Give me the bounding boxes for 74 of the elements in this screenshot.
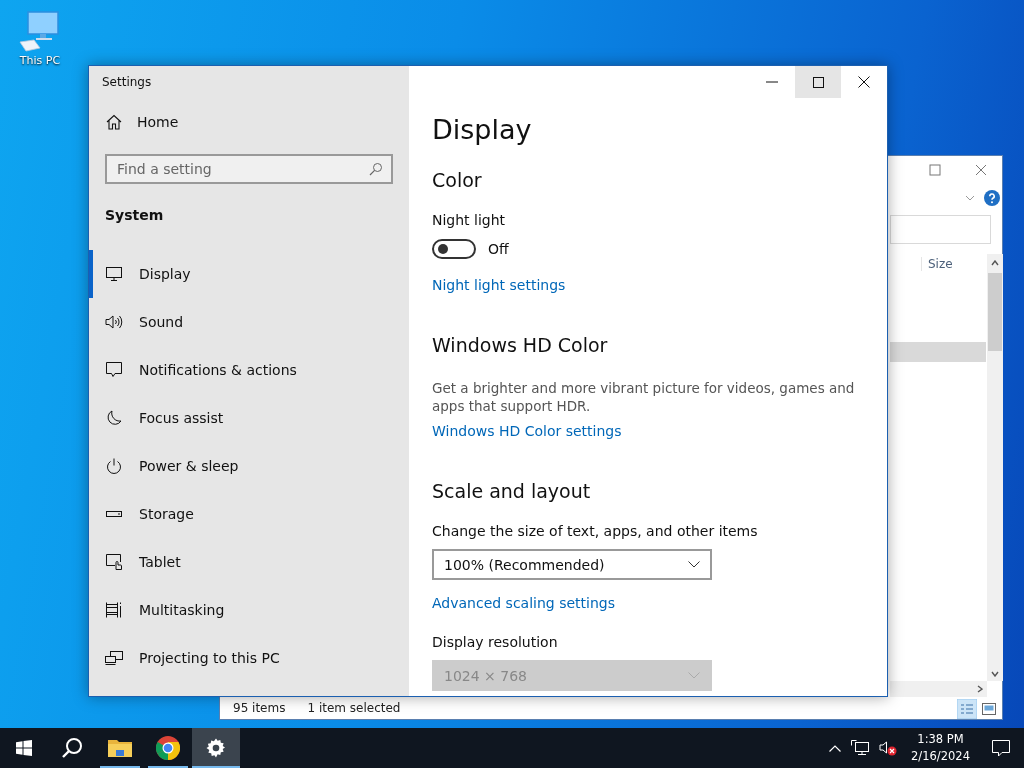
tablet-icon xyxy=(105,554,123,570)
scroll-right-icon[interactable] xyxy=(977,685,983,693)
running-indicator xyxy=(148,766,188,768)
dropdown: 1024 × 768 xyxy=(432,660,712,691)
browser-icon[interactable] xyxy=(156,736,180,760)
nav-item[interactable]: Power & sleep xyxy=(89,442,409,490)
setting-label: Night light xyxy=(432,211,507,230)
column-header[interactable]: Size xyxy=(921,257,953,271)
home-link[interactable]: Home xyxy=(89,98,409,146)
home-icon xyxy=(106,114,122,130)
monitor-icon xyxy=(105,266,123,282)
page-title: Display xyxy=(432,113,533,147)
network-icon[interactable] xyxy=(851,740,870,756)
projector-icon xyxy=(105,651,123,665)
horizontal-scrollbar[interactable] xyxy=(890,681,987,697)
chevron-down-icon xyxy=(688,561,700,568)
moon-icon xyxy=(105,410,123,426)
settings-link[interactable]: Night light settings xyxy=(432,277,566,293)
notifications-icon[interactable] xyxy=(992,739,1010,757)
nav-item[interactable]: Focus assist xyxy=(89,394,409,442)
section-heading: Scale and layout xyxy=(432,479,592,504)
nav-item[interactable]: Tablet xyxy=(89,538,409,586)
nav-item[interactable]: Sound xyxy=(89,298,409,346)
computer-icon[interactable] xyxy=(18,10,62,52)
chevron-up-icon[interactable] xyxy=(829,744,842,752)
toggle-state-label: Off xyxy=(488,241,509,257)
search-field[interactable]: Find a setting xyxy=(105,154,393,184)
setting-label: Display resolution xyxy=(432,633,559,652)
help-icon[interactable] xyxy=(984,190,1000,206)
nav-item[interactable]: Projecting to this PC xyxy=(89,634,409,682)
large-icons-view-icon[interactable] xyxy=(982,703,996,715)
maximize-button[interactable] xyxy=(795,66,841,98)
nav-item[interactable]: Notifications & actions xyxy=(89,346,409,394)
toggle-switch[interactable] xyxy=(432,239,476,259)
power-icon xyxy=(105,458,123,474)
settings-link[interactable]: Windows HD Color settings xyxy=(432,423,622,439)
running-indicator xyxy=(192,766,240,768)
minimize-icon xyxy=(766,81,778,83)
search-icon[interactable] xyxy=(61,737,83,759)
gear-icon[interactable] xyxy=(206,738,226,758)
vertical-scrollbar[interactable] xyxy=(987,254,1003,681)
dropdown[interactable]: 100% (Recommended) xyxy=(432,549,712,580)
running-indicator xyxy=(100,766,140,768)
maximize-icon xyxy=(812,76,824,88)
clock-date[interactable]: 2/16/2024 xyxy=(911,748,970,765)
section-heading: Windows HD Color xyxy=(432,333,609,358)
scroll-up-icon[interactable] xyxy=(991,260,999,266)
section-heading: System xyxy=(104,206,165,225)
speaker-icon xyxy=(105,314,123,330)
status-text: 95 items xyxy=(233,701,286,715)
address-field[interactable] xyxy=(890,215,991,244)
nav-item[interactable]: Multitasking xyxy=(89,586,409,634)
speech-bubble-icon xyxy=(105,362,123,378)
windows-logo-icon[interactable] xyxy=(16,740,32,756)
nav-item[interactable]: Storage xyxy=(89,490,409,538)
chevron-down-icon[interactable] xyxy=(965,195,975,201)
maximize-icon[interactable] xyxy=(929,164,941,176)
scrollbar-thumb[interactable] xyxy=(988,273,1002,351)
muted-speaker-icon[interactable] xyxy=(879,740,898,756)
section-heading: Color xyxy=(432,168,483,193)
folder-icon[interactable] xyxy=(108,738,132,758)
status-text: 1 item selected xyxy=(307,701,401,715)
window-title: Settings xyxy=(101,74,153,91)
setting-label: Change the size of text, apps, and other items xyxy=(432,522,759,541)
chevron-down-icon xyxy=(688,672,700,679)
drive-icon xyxy=(105,510,123,518)
clock-time[interactable]: 1:38 PM xyxy=(917,731,964,748)
close-icon xyxy=(858,76,870,88)
multitasking-icon xyxy=(105,602,123,618)
settings-link[interactable]: Advanced scaling settings xyxy=(432,595,615,611)
close-icon[interactable] xyxy=(975,164,987,176)
search-icon xyxy=(369,162,383,176)
scroll-down-icon[interactable] xyxy=(991,671,999,677)
description-text: Get a brighter and more vibrant picture for videos, games and apps that support HDR. xyxy=(432,379,856,415)
